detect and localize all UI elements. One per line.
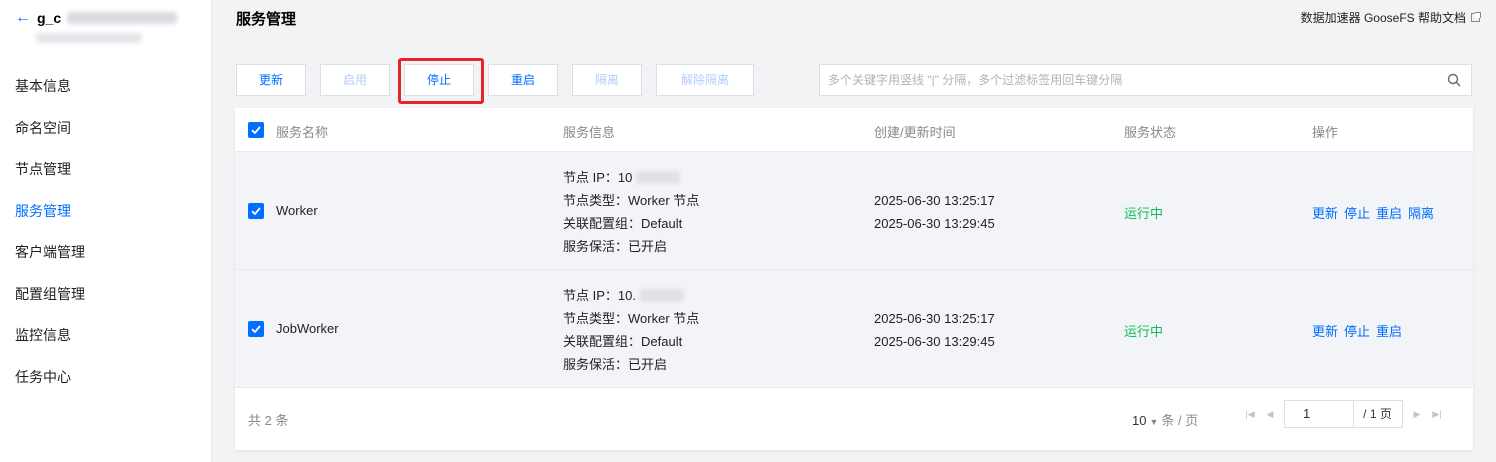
restart-button[interactable]: 重启	[488, 64, 558, 96]
row-isolate-link[interactable]: 隔离	[1408, 206, 1434, 221]
main-content: 服务管理 数据加速器 GooseFS 帮助文档 更新 启用 停止 重启 隔离 解…	[212, 0, 1496, 462]
checkmark-icon	[251, 207, 261, 216]
first-page-icon[interactable]: |◀	[1240, 400, 1260, 428]
redacted-ip	[639, 289, 684, 302]
total-pages: / 1 页	[1353, 400, 1403, 428]
node-type: 节点类型：Worker 节点	[563, 193, 700, 208]
column-header-name: 服务名称	[276, 125, 329, 140]
row-checkbox[interactable]	[248, 203, 264, 219]
page-title: 服务管理	[236, 11, 297, 28]
service-info: 节点 IP：10 节点类型：Worker 节点 关联配置组：Default 服务…	[563, 166, 699, 258]
external-link-icon	[1471, 12, 1481, 22]
back-button[interactable]: ← g_c	[15, 10, 178, 26]
column-header-time: 创建/更新时间	[874, 125, 956, 140]
column-header-info: 服务信息	[563, 125, 616, 140]
sidebar-item-clients[interactable]: 客户端管理	[15, 232, 85, 274]
updated-time: 2025-06-30 13:29:45	[874, 334, 995, 349]
last-page-icon[interactable]: ▶|	[1427, 400, 1447, 428]
sidebar-item-namespace[interactable]: 命名空间	[15, 108, 85, 150]
row-stop-link[interactable]: 停止	[1344, 324, 1370, 339]
per-page-label: 条 / 页	[1161, 413, 1199, 428]
help-link-label[interactable]: 数据加速器 GooseFS 帮助文档	[1301, 9, 1466, 26]
next-page-icon[interactable]: ▶	[1407, 400, 1427, 428]
update-button[interactable]: 更新	[236, 64, 306, 96]
services-table: 服务名称 服务信息 创建/更新时间 服务状态 操作 Worker 节点 IP：1…	[235, 108, 1473, 450]
keepalive: 服务保活：已开启	[563, 239, 668, 254]
page-size-value[interactable]: 10	[1132, 413, 1146, 428]
time-cell: 2025-06-30 13:25:17 2025-06-30 13:29:45	[874, 307, 995, 353]
created-time: 2025-06-30 13:25:17	[874, 311, 995, 326]
page-number-input[interactable]: 1	[1284, 400, 1354, 428]
unisolate-button[interactable]: 解除隔离	[656, 64, 754, 96]
select-all-checkbox[interactable]	[248, 122, 264, 138]
config-group: 关联配置组：Default	[563, 334, 683, 349]
column-header-ops: 操作	[1312, 125, 1339, 140]
caret-down-icon[interactable]: ▼	[1149, 417, 1158, 427]
table-footer: 共 2 条 10 ▼ 条 / 页 |◀ ◀ 1 / 1 页 ▶ ▶|	[235, 388, 1473, 450]
updated-time: 2025-06-30 13:29:45	[874, 216, 995, 231]
node-type: 节点类型：Worker 节点	[563, 311, 700, 326]
status-text: 运行中	[1124, 324, 1164, 339]
row-checkbox[interactable]	[248, 321, 264, 337]
row-actions: 更新 停止 重启 隔离	[1312, 203, 1440, 222]
checkmark-icon	[251, 126, 261, 135]
redacted-ip	[636, 171, 681, 184]
row-update-link[interactable]: 更新	[1312, 324, 1338, 339]
row-restart-link[interactable]: 重启	[1376, 206, 1402, 221]
stop-button[interactable]: 停止	[404, 64, 474, 96]
time-cell: 2025-06-30 13:25:17 2025-06-30 13:29:45	[874, 189, 995, 235]
sidebar-item-services[interactable]: 服务管理	[15, 191, 85, 233]
sidebar: ← g_c 基本信息 命名空间 节点管理 服务管理 客户端管理 配置组管理 监控…	[0, 0, 212, 462]
sidebar-item-config-groups[interactable]: 配置组管理	[15, 274, 85, 316]
row-actions: 更新 停止 重启	[1312, 321, 1408, 340]
service-info: 节点 IP：10. 节点类型：Worker 节点 关联配置组：Default 服…	[563, 284, 699, 376]
service-name: Worker	[276, 203, 318, 218]
total-count: 共 2 条	[248, 413, 289, 428]
table-row: Worker 节点 IP：10 节点类型：Worker 节点 关联配置组：Def…	[235, 152, 1473, 270]
isolate-button[interactable]: 隔离	[572, 64, 642, 96]
service-name: JobWorker	[276, 321, 339, 336]
search-box	[819, 64, 1472, 96]
sidebar-nav: 基本信息 命名空间 节点管理 服务管理 客户端管理 配置组管理 监控信息 任务中…	[15, 66, 85, 398]
row-stop-link[interactable]: 停止	[1344, 206, 1370, 221]
search-icon[interactable]	[1447, 73, 1461, 87]
search-input[interactable]	[820, 65, 1420, 95]
row-update-link[interactable]: 更新	[1312, 206, 1338, 221]
back-arrow-icon[interactable]: ←	[15, 10, 31, 26]
column-header-status: 服务状态	[1124, 125, 1177, 140]
row-restart-link[interactable]: 重启	[1376, 324, 1402, 339]
prev-page-icon[interactable]: ◀	[1260, 400, 1280, 428]
enable-button[interactable]: 启用	[320, 64, 390, 96]
status-text: 运行中	[1124, 206, 1164, 221]
redacted-instance-id	[67, 12, 178, 24]
checkmark-icon	[251, 325, 261, 334]
help-link[interactable]: 数据加速器 GooseFS 帮助文档	[1301, 9, 1481, 26]
sidebar-item-basic-info[interactable]: 基本信息	[15, 66, 85, 108]
node-ip: 节点 IP：10	[563, 170, 633, 185]
redacted-instance-subtitle	[36, 33, 142, 43]
created-time: 2025-06-30 13:25:17	[874, 193, 995, 208]
config-group: 关联配置组：Default	[563, 216, 683, 231]
node-ip: 节点 IP：10.	[563, 288, 636, 303]
instance-name: g_c	[37, 10, 62, 26]
table-row: JobWorker 节点 IP：10. 节点类型：Worker 节点 关联配置组…	[235, 270, 1473, 388]
pagination: |◀ ◀ 1 / 1 页 ▶ ▶|	[1240, 400, 1447, 428]
page-size-select[interactable]: 10 ▼ 条 / 页	[1132, 410, 1198, 429]
sidebar-item-tasks[interactable]: 任务中心	[15, 357, 85, 399]
table-header: 服务名称 服务信息 创建/更新时间 服务状态 操作	[235, 108, 1473, 152]
sidebar-item-nodes[interactable]: 节点管理	[15, 149, 85, 191]
sidebar-item-monitoring[interactable]: 监控信息	[15, 315, 85, 357]
keepalive: 服务保活：已开启	[563, 357, 668, 372]
